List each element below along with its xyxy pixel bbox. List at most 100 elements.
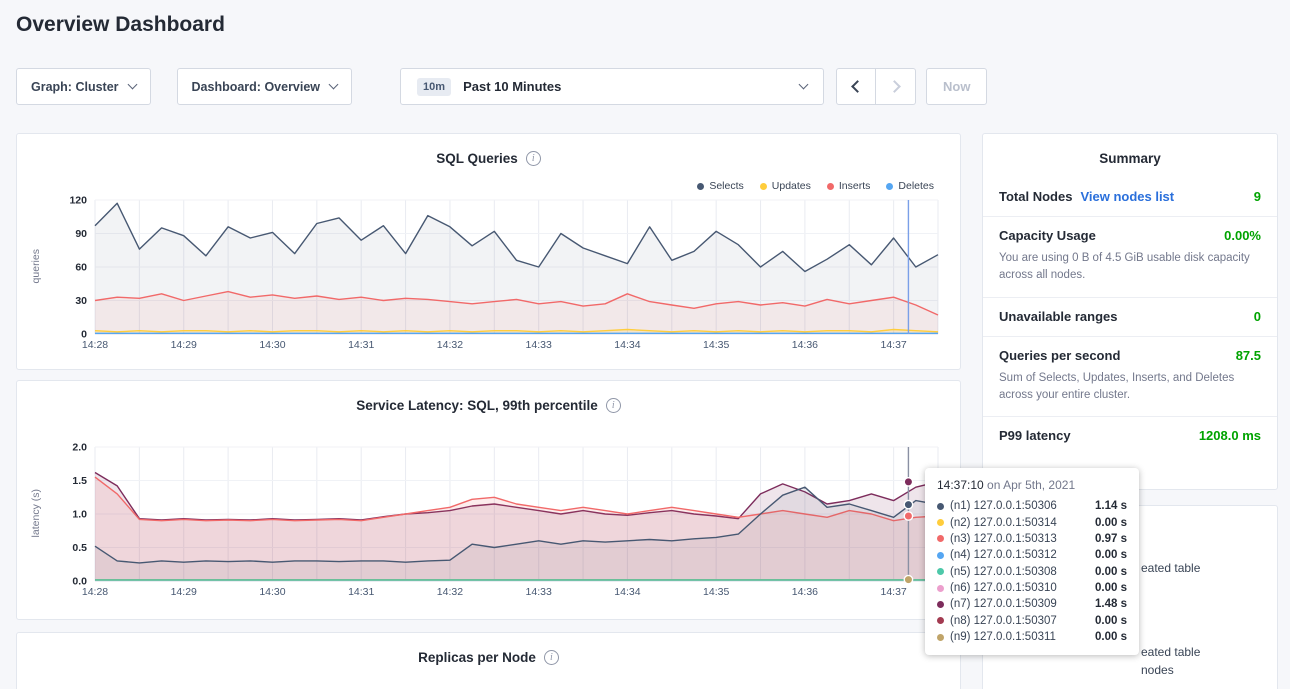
tooltip-node-label: (n6) 127.0.0.1:50310 xyxy=(950,582,1057,594)
legend-label: Updates xyxy=(772,180,811,192)
svg-text:14:30: 14:30 xyxy=(259,586,285,598)
tooltip-node-row: (n6) 127.0.0.1:503100.00 s xyxy=(937,580,1127,596)
summary-row-main: Queries per second 87.5 xyxy=(999,348,1261,363)
tooltip-node-value: 0.00 s xyxy=(1095,615,1127,627)
summary-row-main: Capacity Usage 0.00% xyxy=(999,228,1261,243)
summary-row-label: P99 latency xyxy=(999,428,1071,443)
svg-text:14:33: 14:33 xyxy=(526,586,552,598)
svg-text:1.5: 1.5 xyxy=(72,475,87,487)
svg-text:14:30: 14:30 xyxy=(259,339,285,351)
svg-text:14:36: 14:36 xyxy=(792,586,818,598)
page-title: Overview Dashboard xyxy=(16,13,225,37)
chevron-right-icon xyxy=(888,80,901,93)
summary-row: Total Nodes View nodes list 9 xyxy=(983,178,1277,217)
chevron-down-icon xyxy=(799,80,809,90)
tooltip-node-row: (n5) 127.0.0.1:503080.00 s xyxy=(937,564,1127,580)
legend-item-inserts: Inserts xyxy=(827,180,871,192)
node-color-dot-icon xyxy=(937,617,944,624)
now-button[interactable]: Now xyxy=(926,68,987,105)
summary-row-label-group: Queries per second xyxy=(999,348,1120,363)
time-next-button[interactable] xyxy=(876,68,916,105)
tooltip-node-row: (n9) 127.0.0.1:50311 0.00 s xyxy=(937,629,1127,645)
svg-text:14:28: 14:28 xyxy=(82,339,108,351)
svg-text:0.0: 0.0 xyxy=(72,576,87,588)
summary-row-value: 1208.0 ms xyxy=(1199,428,1261,443)
svg-text:14:31: 14:31 xyxy=(348,339,374,351)
legend-item-deletes: Deletes xyxy=(886,180,934,192)
tooltip-node-value: 0.00 s xyxy=(1095,549,1127,561)
node-color-dot-icon xyxy=(937,519,944,526)
summary-row-label: Total Nodes xyxy=(999,189,1072,204)
svg-text:30: 30 xyxy=(75,295,87,307)
tooltip-node-label: (n2) 127.0.0.1:50314 xyxy=(950,517,1057,529)
svg-text:2.0: 2.0 xyxy=(72,442,87,454)
time-prev-button[interactable] xyxy=(836,68,876,105)
latency-plot-svg[interactable]: 14:2814:2914:3014:3114:3214:3314:3414:35… xyxy=(33,439,946,611)
info-icon[interactable]: i xyxy=(544,650,559,665)
graph-dropdown[interactable]: Graph: Cluster xyxy=(16,68,151,105)
summary-row-main: P99 latency 1208.0 ms xyxy=(999,428,1261,443)
summary-row-label-group: Unavailable ranges xyxy=(999,309,1118,324)
dashboard-dropdown[interactable]: Dashboard: Overview xyxy=(177,68,353,105)
svg-text:14:32: 14:32 xyxy=(437,339,463,351)
summary-row-label: Queries per second xyxy=(999,348,1120,363)
svg-text:14:28: 14:28 xyxy=(82,586,108,598)
tooltip-timestamp: 14:37:10 on Apr 5th, 2021 xyxy=(937,478,1127,492)
node-color-dot-icon xyxy=(937,568,944,575)
summary-card: Summary Total NodesView nodes list9Capac… xyxy=(982,133,1278,490)
summary-row-value: 9 xyxy=(1254,189,1261,204)
summary-row: Unavailable ranges 0 xyxy=(983,298,1277,337)
sql-queries-title: SQL Queries xyxy=(436,151,518,166)
svg-text:14:36: 14:36 xyxy=(792,339,818,351)
svg-text:14:32: 14:32 xyxy=(437,586,463,598)
svg-text:0: 0 xyxy=(81,329,87,341)
sql-queries-plot-svg[interactable]: 14:2814:2914:3014:3114:3214:3314:3414:35… xyxy=(33,192,946,364)
tooltip-node-row: (n8) 127.0.0.1:50307 0.00 s xyxy=(937,613,1127,629)
svg-text:14:34: 14:34 xyxy=(614,339,640,351)
sql-queries-plot[interactable]: 14:2814:2914:3014:3114:3214:3314:3414:35… xyxy=(33,192,946,369)
summary-row-label-group: P99 latency xyxy=(999,428,1071,443)
summary-row-label: Unavailable ranges xyxy=(999,309,1118,324)
tooltip-node-label: (n8) 127.0.0.1:50307 xyxy=(950,615,1057,627)
tooltip-node-row: (n4) 127.0.0.1:50312 0.00 s xyxy=(937,547,1127,563)
tooltip-node-label: (n9) 127.0.0.1:50311 xyxy=(950,631,1056,643)
tooltip-node-label: (n3) 127.0.0.1:50313 xyxy=(950,533,1057,545)
summary-rows: Total Nodes View nodes list 9 Capacity Usag… xyxy=(983,178,1277,455)
node-color-dot-icon xyxy=(937,503,944,510)
summary-row: Capacity Usage0.00%You are using 0 B of … xyxy=(983,217,1277,298)
toolbar: Graph: Cluster Dashboard: Overview 10m P… xyxy=(16,68,987,105)
replicas-per-node-card: Replicas per Node i xyxy=(16,632,961,689)
dashboard-dropdown-label: Dashboard: Overview xyxy=(192,80,321,94)
event-item-fragment: nodes xyxy=(1141,663,1174,677)
summary-row-value: 87.5 xyxy=(1236,348,1261,363)
summary-row-value: 0 xyxy=(1254,309,1261,324)
tooltip-node-label: (n4) 127.0.0.1:50312 xyxy=(950,549,1057,561)
time-range-label: Past 10 Minutes xyxy=(463,79,561,94)
tooltip-node-label: (n5) 127.0.0.1:50308 xyxy=(950,566,1057,578)
chart-title-row: SQL Queries i xyxy=(17,134,960,166)
latency-plot[interactable]: 14:2814:2914:3014:3114:3214:3314:3414:35… xyxy=(33,439,946,616)
summary-row-main: Total Nodes View nodes list 9 xyxy=(999,189,1261,204)
view-nodes-list-link[interactable]: View nodes list xyxy=(1080,189,1174,204)
legend-dot-icon xyxy=(697,183,704,190)
svg-text:14:29: 14:29 xyxy=(171,586,197,598)
tooltip-node-row: (n7) 127.0.0.1:503091.48 s xyxy=(937,596,1127,612)
legend-label: Inserts xyxy=(839,180,871,192)
info-icon[interactable]: i xyxy=(526,151,541,166)
legend-item-updates: Updates xyxy=(760,180,811,192)
node-color-dot-icon xyxy=(937,585,944,592)
summary-row-main: Unavailable ranges 0 xyxy=(999,309,1261,324)
tooltip-node-value: 1.48 s xyxy=(1095,598,1127,610)
summary-row-label-group: Capacity Usage xyxy=(999,228,1096,243)
tooltip-node-value: 0.97 s xyxy=(1095,533,1127,545)
node-color-dot-icon xyxy=(937,634,944,641)
info-icon[interactable]: i xyxy=(606,398,621,413)
node-color-dot-icon xyxy=(937,552,944,559)
svg-text:14:37: 14:37 xyxy=(880,586,906,598)
tooltip-node-value: 0.00 s xyxy=(1095,631,1127,643)
svg-text:14:37: 14:37 xyxy=(880,339,906,351)
time-range-picker[interactable]: 10m Past 10 Minutes xyxy=(400,68,824,105)
tooltip-node-value: 0.00 s xyxy=(1095,517,1127,529)
summary-row-value: 0.00% xyxy=(1224,228,1261,243)
summary-row-label-group: Total Nodes View nodes list xyxy=(999,189,1174,204)
